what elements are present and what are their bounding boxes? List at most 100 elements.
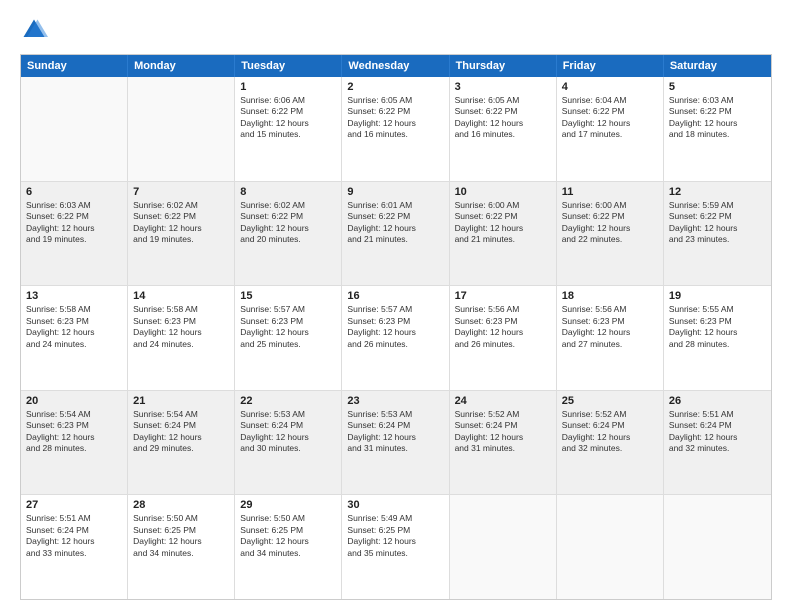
day-info: Sunrise: 5:57 AM Sunset: 6:23 PM Dayligh…	[240, 304, 336, 350]
calendar-cell: 11Sunrise: 6:00 AM Sunset: 6:22 PM Dayli…	[557, 182, 664, 286]
day-info: Sunrise: 5:53 AM Sunset: 6:24 PM Dayligh…	[347, 409, 443, 455]
calendar-cell: 28 Sunrise: 5:50 AM Sunset: 6:25 PM Dayli…	[128, 495, 235, 599]
page: SundayMondayTuesdayWednesdayThursdayFrid…	[0, 0, 792, 612]
day-number: 14	[133, 290, 229, 302]
day-info: Sunrise: 5:50 AM Sunset: 6:25 PM Dayligh…	[240, 513, 336, 559]
header-day-monday: Monday	[128, 55, 235, 77]
calendar-cell	[664, 495, 771, 599]
header-day-friday: Friday	[557, 55, 664, 77]
calendar-cell: 5 Sunrise: 6:03 AM Sunset: 6:22 PM Daylig…	[664, 77, 771, 181]
day-number: 26	[669, 395, 766, 407]
day-number: 28	[133, 499, 229, 511]
header-day-thursday: Thursday	[450, 55, 557, 77]
day-number: 13	[26, 290, 122, 302]
logo	[20, 16, 52, 44]
day-info: Sunrise: 5:58 AM Sunset: 6:23 PM Dayligh…	[133, 304, 229, 350]
day-number: 24	[455, 395, 551, 407]
day-number: 12	[669, 186, 766, 198]
day-info: Sunrise: 6:04 AM Sunset: 6:22 PM Dayligh…	[562, 95, 658, 141]
day-info: Sunrise: 6:05 AM Sunset: 6:22 PM Dayligh…	[455, 95, 551, 141]
calendar-cell: 25 Sunrise: 5:52 AM Sunset: 6:24 PM Dayli…	[557, 391, 664, 495]
day-info: Sunrise: 5:58 AM Sunset: 6:23 PM Dayligh…	[26, 304, 122, 350]
calendar-row-4: 27Sunrise: 5:51 AM Sunset: 6:24 PM Dayli…	[21, 495, 771, 599]
calendar-cell: 30 Sunrise: 5:49 AM Sunset: 6:25 PM Dayli…	[342, 495, 449, 599]
header-day-wednesday: Wednesday	[342, 55, 449, 77]
day-info: Sunrise: 5:54 AM Sunset: 6:24 PM Dayligh…	[133, 409, 229, 455]
day-number: 30	[347, 499, 443, 511]
calendar-cell: 3 Sunrise: 6:05 AM Sunset: 6:22 PM Daylig…	[450, 77, 557, 181]
day-info: Sunrise: 6:06 AM Sunset: 6:22 PM Dayligh…	[240, 95, 336, 141]
calendar: SundayMondayTuesdayWednesdayThursdayFrid…	[20, 54, 772, 600]
calendar-cell: 18 Sunrise: 5:56 AM Sunset: 6:23 PM Dayli…	[557, 286, 664, 390]
header-day-saturday: Saturday	[664, 55, 771, 77]
day-info: Sunrise: 5:56 AM Sunset: 6:23 PM Dayligh…	[562, 304, 658, 350]
day-number: 17	[455, 290, 551, 302]
calendar-cell: 2 Sunrise: 6:05 AM Sunset: 6:22 PM Daylig…	[342, 77, 449, 181]
calendar-cell: 15Sunrise: 5:57 AM Sunset: 6:23 PM Dayli…	[235, 286, 342, 390]
calendar-cell: 23Sunrise: 5:53 AM Sunset: 6:24 PM Dayli…	[342, 391, 449, 495]
calendar-cell: 1 Sunrise: 6:06 AM Sunset: 6:22 PM Daylig…	[235, 77, 342, 181]
day-number: 5	[669, 81, 766, 93]
calendar-row-2: 13 Sunrise: 5:58 AM Sunset: 6:23 PM Dayli…	[21, 286, 771, 391]
day-number: 20	[26, 395, 122, 407]
header-day-tuesday: Tuesday	[235, 55, 342, 77]
day-info: Sunrise: 6:02 AM Sunset: 6:22 PM Dayligh…	[240, 200, 336, 246]
day-number: 7	[133, 186, 229, 198]
day-info: Sunrise: 5:57 AM Sunset: 6:23 PM Dayligh…	[347, 304, 443, 350]
day-info: Sunrise: 6:01 AM Sunset: 6:22 PM Dayligh…	[347, 200, 443, 246]
day-info: Sunrise: 5:49 AM Sunset: 6:25 PM Dayligh…	[347, 513, 443, 559]
day-number: 8	[240, 186, 336, 198]
calendar-cell: 21Sunrise: 5:54 AM Sunset: 6:24 PM Dayli…	[128, 391, 235, 495]
day-number: 6	[26, 186, 122, 198]
calendar-cell: 8 Sunrise: 6:02 AM Sunset: 6:22 PM Daylig…	[235, 182, 342, 286]
calendar-cell: 14 Sunrise: 5:58 AM Sunset: 6:23 PM Dayli…	[128, 286, 235, 390]
day-info: Sunrise: 6:00 AM Sunset: 6:22 PM Dayligh…	[455, 200, 551, 246]
day-info: Sunrise: 5:59 AM Sunset: 6:22 PM Dayligh…	[669, 200, 766, 246]
header	[20, 16, 772, 44]
calendar-cell	[450, 495, 557, 599]
day-number: 29	[240, 499, 336, 511]
calendar-cell: 17 Sunrise: 5:56 AM Sunset: 6:23 PM Dayli…	[450, 286, 557, 390]
calendar-body: 1 Sunrise: 6:06 AM Sunset: 6:22 PM Daylig…	[21, 77, 771, 599]
calendar-cell	[557, 495, 664, 599]
calendar-cell: 26 Sunrise: 5:51 AM Sunset: 6:24 PM Dayli…	[664, 391, 771, 495]
day-info: Sunrise: 5:51 AM Sunset: 6:24 PM Dayligh…	[669, 409, 766, 455]
calendar-cell: 20Sunrise: 5:54 AM Sunset: 6:23 PM Dayli…	[21, 391, 128, 495]
day-number: 18	[562, 290, 658, 302]
header-day-sunday: Sunday	[21, 55, 128, 77]
day-number: 22	[240, 395, 336, 407]
logo-icon	[20, 16, 48, 44]
calendar-cell: 16Sunrise: 5:57 AM Sunset: 6:23 PM Dayli…	[342, 286, 449, 390]
calendar-cell: 19Sunrise: 5:55 AM Sunset: 6:23 PM Dayli…	[664, 286, 771, 390]
day-number: 4	[562, 81, 658, 93]
calendar-cell	[128, 77, 235, 181]
day-info: Sunrise: 6:03 AM Sunset: 6:22 PM Dayligh…	[26, 200, 122, 246]
day-info: Sunrise: 5:52 AM Sunset: 6:24 PM Dayligh…	[455, 409, 551, 455]
calendar-cell: 27Sunrise: 5:51 AM Sunset: 6:24 PM Dayli…	[21, 495, 128, 599]
calendar-cell: 7 Sunrise: 6:02 AM Sunset: 6:22 PM Daylig…	[128, 182, 235, 286]
day-info: Sunrise: 5:53 AM Sunset: 6:24 PM Dayligh…	[240, 409, 336, 455]
day-info: Sunrise: 5:52 AM Sunset: 6:24 PM Dayligh…	[562, 409, 658, 455]
calendar-cell: 9Sunrise: 6:01 AM Sunset: 6:22 PM Daylig…	[342, 182, 449, 286]
calendar-cell: 4 Sunrise: 6:04 AM Sunset: 6:22 PM Daylig…	[557, 77, 664, 181]
day-number: 1	[240, 81, 336, 93]
day-number: 27	[26, 499, 122, 511]
calendar-cell: 13 Sunrise: 5:58 AM Sunset: 6:23 PM Dayli…	[21, 286, 128, 390]
day-info: Sunrise: 6:03 AM Sunset: 6:22 PM Dayligh…	[669, 95, 766, 141]
calendar-row-3: 20Sunrise: 5:54 AM Sunset: 6:23 PM Dayli…	[21, 391, 771, 496]
day-info: Sunrise: 6:05 AM Sunset: 6:22 PM Dayligh…	[347, 95, 443, 141]
day-number: 25	[562, 395, 658, 407]
calendar-cell: 10 Sunrise: 6:00 AM Sunset: 6:22 PM Dayli…	[450, 182, 557, 286]
day-info: Sunrise: 5:56 AM Sunset: 6:23 PM Dayligh…	[455, 304, 551, 350]
day-info: Sunrise: 5:50 AM Sunset: 6:25 PM Dayligh…	[133, 513, 229, 559]
day-number: 10	[455, 186, 551, 198]
calendar-header: SundayMondayTuesdayWednesdayThursdayFrid…	[21, 55, 771, 77]
calendar-row-0: 1 Sunrise: 6:06 AM Sunset: 6:22 PM Daylig…	[21, 77, 771, 182]
day-number: 11	[562, 186, 658, 198]
day-number: 2	[347, 81, 443, 93]
calendar-cell: 29 Sunrise: 5:50 AM Sunset: 6:25 PM Dayli…	[235, 495, 342, 599]
day-info: Sunrise: 6:02 AM Sunset: 6:22 PM Dayligh…	[133, 200, 229, 246]
calendar-cell: 6 Sunrise: 6:03 AM Sunset: 6:22 PM Daylig…	[21, 182, 128, 286]
day-number: 3	[455, 81, 551, 93]
day-number: 19	[669, 290, 766, 302]
